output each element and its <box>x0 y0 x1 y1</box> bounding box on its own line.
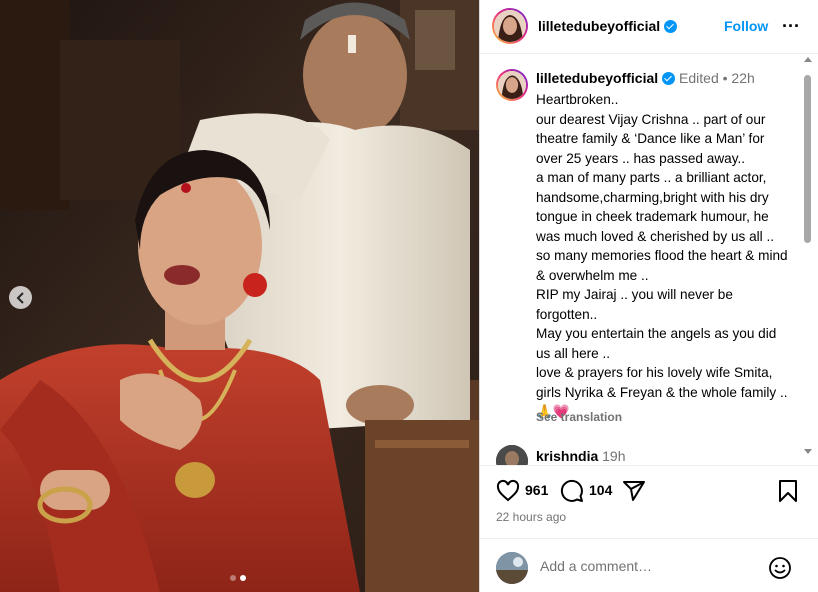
stage-photo <box>0 0 479 592</box>
caption-avatar[interactable] <box>496 69 528 101</box>
scroll-down-arrow-icon[interactable] <box>804 449 812 454</box>
caption-header: lilletedubeyofficial Edited • 22h <box>536 70 755 86</box>
comment-count[interactable]: 104 <box>589 482 612 498</box>
emoji-icon[interactable] <box>768 556 792 580</box>
caption-username[interactable]: lilletedubeyofficial <box>536 70 658 86</box>
comment-time: 19h <box>602 448 626 464</box>
commenter-username[interactable]: krishndia <box>536 448 598 464</box>
carousel-dots <box>230 575 246 581</box>
bookmark-icon[interactable] <box>777 479 799 503</box>
carousel-dot <box>230 575 236 581</box>
post-side-panel: lilletedubeyofficial Follow ··· lilleted… <box>479 0 818 592</box>
post-photo[interactable] <box>0 0 479 592</box>
chevron-left-icon <box>16 291 24 304</box>
carousel-prev-button[interactable] <box>9 286 32 309</box>
author-avatar[interactable] <box>492 8 528 44</box>
scroll-up-arrow-icon[interactable] <box>804 57 812 62</box>
verified-badge-icon <box>662 72 676 85</box>
verified-badge-icon <box>664 20 678 33</box>
post-header: lilletedubeyofficial Follow ··· <box>480 0 818 54</box>
like-count[interactable]: 961 <box>525 482 548 498</box>
caption-text: Heartbroken.. our dearest Vijay Crishna … <box>536 92 788 419</box>
carousel-dot-active <box>240 575 246 581</box>
share-icon[interactable] <box>622 479 646 503</box>
caption-time[interactable]: 22h <box>731 70 754 86</box>
heart-icon[interactable] <box>496 479 520 503</box>
commenter-avatar[interactable] <box>496 445 528 465</box>
avatar-image <box>498 71 526 99</box>
username-text[interactable]: lilletedubeyofficial <box>538 18 660 34</box>
comments-scrollbar[interactable] <box>802 55 814 460</box>
avatar-image <box>496 552 528 584</box>
add-comment-bar <box>480 538 818 592</box>
post-timestamp[interactable]: 22 hours ago <box>496 510 566 524</box>
comment-input[interactable] <box>538 557 762 575</box>
separator-dot: • <box>722 70 728 86</box>
scrollbar-thumb[interactable] <box>804 75 811 243</box>
follow-button[interactable]: Follow <box>724 18 768 34</box>
more-options-icon[interactable]: ··· <box>782 16 800 37</box>
author-username[interactable]: lilletedubeyofficial <box>538 18 678 36</box>
current-user-avatar <box>496 552 528 584</box>
comment-icon[interactable] <box>560 479 584 503</box>
comments-area[interactable]: lilletedubeyofficial Edited • 22h Heartb… <box>480 55 818 465</box>
avatar-image <box>494 10 526 42</box>
avatar-image <box>496 445 528 465</box>
edited-label: Edited <box>679 70 719 86</box>
comment-header: krishndia 19h <box>536 448 626 464</box>
see-translation-link[interactable]: See translation <box>536 410 622 424</box>
